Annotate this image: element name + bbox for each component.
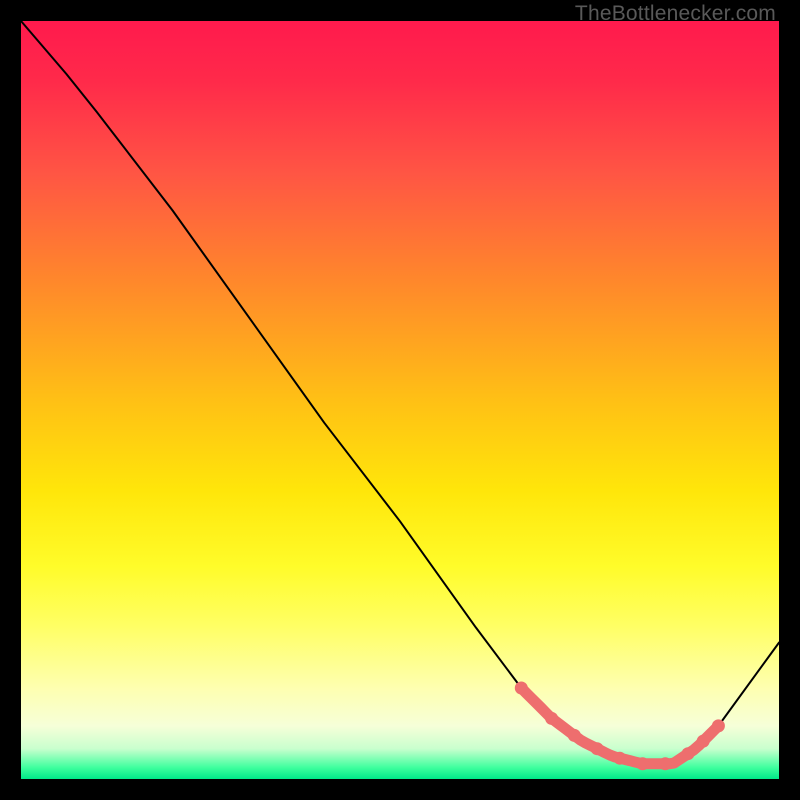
bottleneck-curve: [21, 21, 779, 764]
highlight-marker: [712, 719, 725, 732]
highlight-marker: [636, 757, 649, 770]
plot-area: [21, 21, 779, 779]
highlight-marker: [591, 742, 604, 755]
highlight-marker: [613, 752, 626, 765]
highlight-marker: [682, 747, 695, 760]
chart-container: TheBottlenecker.com: [0, 0, 800, 800]
highlight-markers: [515, 682, 725, 771]
highlight-marker: [659, 757, 672, 770]
curve-svg: [21, 21, 779, 779]
highlight-marker: [545, 712, 558, 725]
highlight-marker: [515, 682, 528, 695]
highlight-marker: [697, 735, 710, 748]
highlight-marker: [568, 729, 581, 742]
